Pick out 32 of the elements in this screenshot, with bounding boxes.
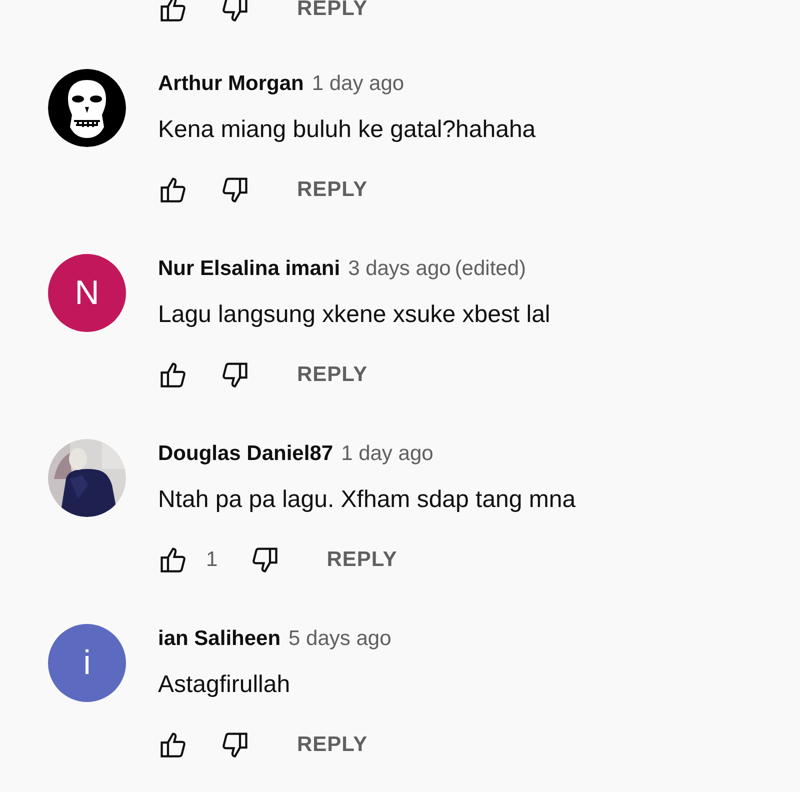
dislike-icon[interactable] <box>220 0 250 24</box>
comment-text: Ntah pa pa lagu. Xfham sdap tang mna <box>158 485 576 515</box>
author-name[interactable]: ian Saliheen <box>158 627 281 651</box>
reply-button[interactable]: REPLY <box>297 0 368 21</box>
reply-button[interactable]: REPLY <box>297 178 368 202</box>
comment-time[interactable]: 5 days ago <box>288 627 392 651</box>
comment-text: Lagu langsung xkene xsuke xbest lal <box>158 300 550 330</box>
comment-text: Astagfirullah <box>158 670 292 700</box>
avatar[interactable]: N <box>48 254 126 332</box>
edited-label: (edited) <box>454 257 526 281</box>
like-icon[interactable] <box>158 360 188 390</box>
like-icon[interactable] <box>158 0 188 24</box>
comment-text: Kena miang buluh ke gatal?hahaha <box>158 115 536 145</box>
author-name[interactable]: Douglas Daniel87 <box>158 442 334 466</box>
like-icon[interactable] <box>158 545 188 575</box>
reply-button[interactable]: REPLY <box>297 363 368 387</box>
avatar[interactable]: i <box>48 624 126 702</box>
dislike-icon[interactable] <box>220 360 250 390</box>
skull-icon[interactable] <box>48 69 126 147</box>
dislike-icon[interactable] <box>220 175 250 205</box>
like-icon[interactable] <box>158 175 188 205</box>
like-icon[interactable] <box>158 730 188 760</box>
reply-button[interactable]: REPLY <box>326 548 398 572</box>
author-name[interactable]: Nur Elsalina imani <box>158 257 340 281</box>
author-name[interactable]: Arthur Morgan <box>158 72 304 96</box>
reply-button[interactable]: REPLY <box>297 733 368 757</box>
dislike-icon[interactable] <box>250 545 280 575</box>
comment-time[interactable]: 1 day ago <box>312 72 404 96</box>
dislike-icon[interactable] <box>220 730 250 760</box>
comment-time[interactable]: 1 day ago <box>341 442 434 466</box>
comment-time[interactable]: 3 days ago <box>348 257 451 281</box>
like-count: 1 <box>206 548 218 572</box>
